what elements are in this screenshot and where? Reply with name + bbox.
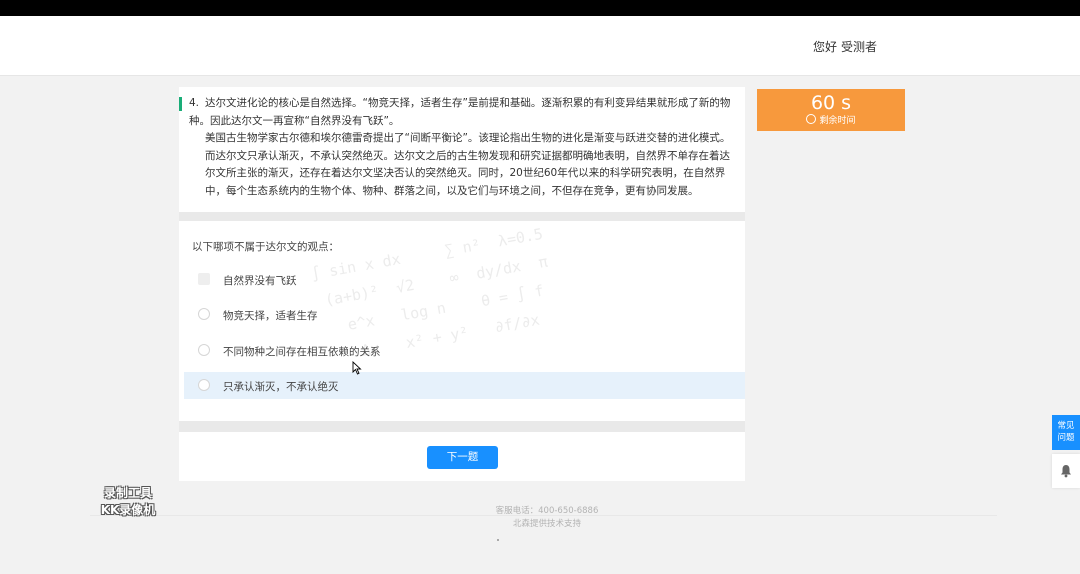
- recorder-line-2: KK录像机: [100, 503, 156, 517]
- option-3-radio[interactable]: [198, 344, 210, 356]
- clock-icon: [806, 114, 817, 124]
- faq-button[interactable]: 常见 问题: [1052, 415, 1080, 450]
- section-separator: [179, 212, 745, 221]
- option-4[interactable]: 只承认渐灭，不承认绝灭: [184, 372, 745, 399]
- option-4-radio[interactable]: [198, 379, 210, 391]
- footer-support: 北森提供技术支持: [512, 519, 581, 529]
- window-top-bar: [0, 0, 1080, 16]
- question-prompt: 以下哪项不属于达尔文的观点：: [192, 241, 339, 253]
- passage-card: 4. 达尔文进化论的核心是自然选择。“物竞天择，适者生存”是前提和基础。逐渐积累的…: [179, 87, 745, 212]
- timer-value: 60 s: [810, 92, 852, 114]
- passage-paragraph-1-text: 达尔文进化论的核心是自然选择。“物竞天择，适者生存”是前提和基础。逐渐积累的有利…: [189, 97, 731, 127]
- option-2-label[interactable]: 物竞天择，适者生存: [223, 308, 318, 323]
- option-3-label[interactable]: 不同物种之间存在相互依赖的关系: [223, 344, 381, 359]
- recorder-watermark: 录制工具 KK录像机: [88, 485, 168, 519]
- option-1[interactable]: 自然界没有飞跃: [184, 266, 745, 293]
- mouse-cursor-icon: [352, 361, 362, 375]
- faq-line-2: 问题: [1057, 433, 1075, 443]
- page-footer: 客服电话：400-650-6886 北森提供技术支持: [467, 505, 627, 531]
- timer-label: 剩余时间: [819, 116, 856, 126]
- option-1-radio[interactable]: [198, 273, 210, 285]
- timer-label-row: 剩余时间: [757, 114, 905, 127]
- recorder-line-1: 录制工具: [103, 486, 152, 500]
- passage-paragraph-2: 美国古生物学家古尔德和埃尔德雷奇提出了“间断平衡论”。该理论指出生物的进化是渐变…: [205, 132, 731, 197]
- question-number: 4.: [189, 97, 200, 109]
- user-name[interactable]: 受测者: [841, 40, 877, 54]
- next-question-button[interactable]: 下一题: [427, 446, 498, 469]
- option-1-label[interactable]: 自然界没有飞跃: [223, 273, 297, 288]
- navigation-card: 下一题: [179, 432, 745, 481]
- passage-text: 4. 达尔文进化论的核心是自然选择。“物竞天择，适者生存”是前提和基础。逐渐积累的…: [189, 95, 737, 200]
- option-3[interactable]: 不同物种之间存在相互依赖的关系: [184, 337, 745, 364]
- page-header: 您好 受测者: [0, 16, 1080, 76]
- greeting-text: 您好: [812, 40, 837, 54]
- bell-icon: [1061, 465, 1071, 478]
- notification-button[interactable]: [1052, 454, 1080, 488]
- countdown-timer: 60 s 剩余时间: [757, 89, 905, 131]
- option-2-radio[interactable]: [198, 308, 210, 320]
- question-card: ∫ sin x dx ∑ n² λ=0.5 (a+b)² √2 ∞ dy/dx …: [179, 221, 745, 421]
- user-greeting: 您好 受测者: [809, 38, 877, 55]
- section-separator-2: [179, 421, 745, 432]
- passage-paragraph-1: 4. 达尔文进化论的核心是自然选择。“物竞天择，适者生存”是前提和基础。逐渐积累的…: [189, 95, 737, 130]
- passage-accent-bar: [179, 97, 182, 111]
- footer-dot: [497, 539, 499, 541]
- option-4-label[interactable]: 只承认渐灭，不承认绝灭: [223, 379, 339, 394]
- faq-line-1: 常见: [1057, 421, 1075, 431]
- option-2[interactable]: 物竞天择，适者生存: [184, 301, 745, 328]
- footer-phone: 客服电话：400-650-6886: [495, 506, 599, 516]
